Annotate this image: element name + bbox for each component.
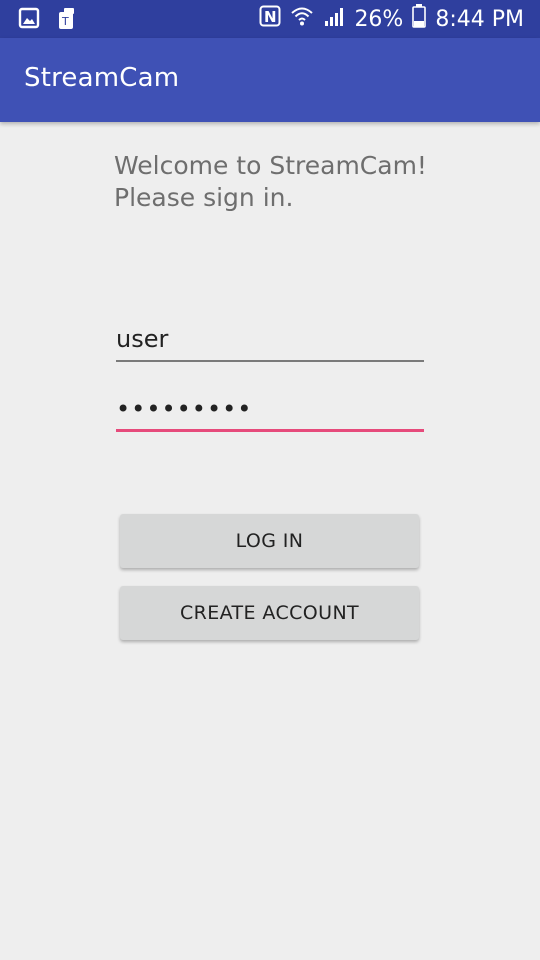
svg-text:T: T bbox=[61, 15, 69, 28]
nfc-icon: N bbox=[259, 5, 281, 33]
gallery-icon bbox=[18, 7, 40, 35]
wifi-icon bbox=[290, 4, 314, 34]
app-notification-icon: T bbox=[56, 7, 78, 35]
signal-icon bbox=[323, 5, 345, 33]
app-title: StreamCam bbox=[24, 63, 180, 93]
status-left-icons: T bbox=[18, 7, 78, 35]
nfc-label: N bbox=[264, 8, 277, 26]
app-toolbar: StreamCam bbox=[0, 38, 540, 122]
status-bar: T N 26% 8:44 PM bbox=[0, 0, 540, 38]
login-button[interactable]: LOG IN bbox=[120, 514, 419, 568]
username-input[interactable] bbox=[116, 318, 424, 362]
create-account-button[interactable]: CREATE ACCOUNT bbox=[120, 586, 419, 640]
battery-icon bbox=[412, 4, 427, 34]
welcome-line-1: Welcome to StreamCam! bbox=[114, 151, 427, 180]
welcome-message: Welcome to StreamCam! Please sign in. bbox=[114, 150, 454, 214]
clock: 8:44 PM bbox=[435, 6, 524, 32]
status-right-area: N 26% 8:44 PM bbox=[259, 0, 524, 38]
password-input[interactable] bbox=[116, 388, 424, 432]
welcome-line-2: Please sign in. bbox=[114, 183, 294, 212]
battery-percent: 26% bbox=[354, 6, 404, 32]
